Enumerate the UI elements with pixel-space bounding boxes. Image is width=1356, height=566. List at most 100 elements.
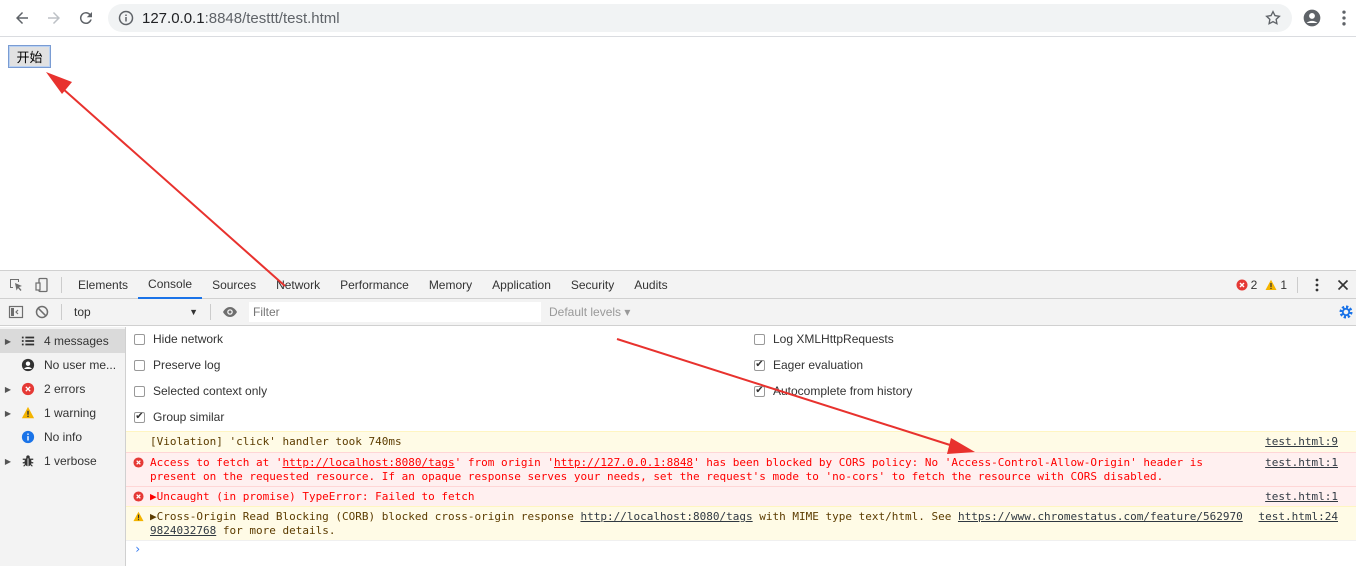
- console-settings: Hide network Preserve log Selected conte…: [126, 327, 1356, 431]
- devtools-menu-button[interactable]: [1304, 271, 1330, 299]
- tab-elements[interactable]: Elements: [68, 271, 138, 299]
- message-link[interactable]: http://127.0.0.1:8848: [554, 456, 693, 469]
- user-icon: [20, 357, 36, 373]
- warning-icon: [1265, 279, 1277, 290]
- selected-context-checkbox[interactable]: Selected context only: [134, 384, 267, 398]
- close-devtools-button[interactable]: [1330, 271, 1356, 299]
- checkmark-icon[interactable]: ✔: [134, 411, 145, 423]
- address-bar[interactable]: 127.0.0.1:8848/testtt/test.html: [108, 4, 1292, 32]
- checkmark-icon[interactable]: ✔: [754, 385, 765, 397]
- console-main: Hide network Preserve log Selected conte…: [126, 327, 1356, 566]
- eager-evaluation-checkbox[interactable]: ✔ Eager evaluation: [754, 358, 863, 372]
- annotation-arrow-line: [61, 87, 286, 287]
- sidebar-item-warnings[interactable]: ▶ 1 warning: [0, 401, 125, 425]
- hide-network-checkbox[interactable]: Hide network: [134, 332, 223, 346]
- console-message-cors-error: Access to fetch at 'http://localhost:808…: [126, 452, 1356, 486]
- message-link[interactable]: http://localhost:8080/tags: [580, 510, 752, 523]
- default-levels-dropdown[interactable]: Default levels ▾: [549, 305, 630, 319]
- more-vert-icon: [1315, 278, 1319, 292]
- reload-icon: [79, 12, 92, 25]
- tab-sources[interactable]: Sources: [202, 271, 266, 299]
- message-source-link[interactable]: test.html:9: [1265, 435, 1338, 449]
- inspect-element-button[interactable]: [3, 271, 29, 299]
- group-similar-checkbox[interactable]: ✔ Group similar: [134, 410, 224, 424]
- star-icon[interactable]: [1264, 9, 1282, 27]
- device-icon: [35, 277, 48, 292]
- start-button[interactable]: 开始: [8, 45, 51, 68]
- checkbox-label: Group similar: [153, 410, 225, 424]
- message-source-link[interactable]: test.html:24: [1259, 510, 1338, 524]
- message-source-link[interactable]: test.html:1: [1265, 456, 1338, 470]
- browser-toolbar: 127.0.0.1:8848/testtt/test.html: [0, 0, 1356, 37]
- tab-security[interactable]: Security: [561, 271, 624, 299]
- close-icon: [1337, 279, 1349, 291]
- autocomplete-checkbox[interactable]: ✔ Autocomplete from history: [754, 384, 912, 398]
- error-icon: [133, 457, 144, 468]
- checkbox-label: Preserve log: [153, 358, 221, 372]
- profile-icon[interactable]: [1302, 8, 1322, 28]
- message-text: ▶Cross-Origin Read Blocking (CORB) block…: [150, 510, 1243, 537]
- warning-icon: [20, 405, 36, 421]
- error-count-badge[interactable]: 2: [1236, 278, 1258, 292]
- tab-audits[interactable]: Audits: [624, 271, 677, 299]
- tab-console[interactable]: Console: [138, 270, 203, 299]
- sidebar-item-user-messages[interactable]: No user me...: [0, 353, 125, 377]
- info-icon[interactable]: [118, 10, 134, 26]
- toggle-sidebar-button[interactable]: [3, 298, 29, 326]
- sidebar-item-verbose[interactable]: ▶ 1 verbose: [0, 449, 125, 473]
- url-text: 127.0.0.1:8848/testtt/test.html: [142, 9, 340, 27]
- expand-triangle-icon: ▶: [4, 336, 12, 346]
- devtools-tabbar: Elements Console Sources Network Perform…: [0, 270, 1356, 299]
- checkmark-icon[interactable]: ✔: [754, 359, 765, 371]
- forward-button[interactable]: [38, 2, 70, 34]
- checkbox-label: Hide network: [153, 332, 224, 346]
- console-prompt-row[interactable]: ›: [126, 540, 1356, 560]
- message-text: ▶Uncaught (in promise) TypeError: Failed…: [150, 490, 475, 503]
- warning-count: 1: [1280, 278, 1287, 292]
- console-prompt[interactable]: ›: [134, 542, 141, 556]
- device-toolbar-button[interactable]: [29, 271, 55, 299]
- tab-performance[interactable]: Performance: [330, 271, 419, 299]
- tab-network[interactable]: Network: [266, 271, 330, 299]
- annotation-arrowhead: [46, 72, 72, 94]
- checkbox-box[interactable]: [134, 333, 145, 345]
- checkbox-label: Autocomplete from history: [773, 384, 913, 398]
- expand-triangle-icon: ▶: [4, 408, 12, 418]
- info-icon: [20, 429, 36, 445]
- message-source-link[interactable]: test.html:1: [1265, 490, 1338, 504]
- sidebar-item-label: No info: [44, 430, 83, 444]
- checkbox-box[interactable]: [134, 385, 145, 397]
- error-count: 2: [1250, 278, 1258, 292]
- filter-input[interactable]: [249, 302, 541, 322]
- context-selector[interactable]: top ▼: [68, 302, 204, 322]
- checkbox-label: Selected context only: [153, 384, 268, 398]
- tab-memory[interactable]: Memory: [419, 271, 482, 299]
- reload-button[interactable]: [70, 2, 102, 34]
- checkbox-box[interactable]: [754, 333, 765, 345]
- message-link[interactable]: http://localhost:8080/tags: [282, 456, 454, 469]
- console-message-violation: [Violation] 'click' handler took 740ms t…: [126, 431, 1356, 452]
- divider: [61, 276, 62, 293]
- sidebar-item-errors[interactable]: ▶ 2 errors: [0, 377, 125, 401]
- back-button[interactable]: [6, 2, 38, 34]
- checkbox-box[interactable]: [134, 359, 145, 371]
- sidebar-item-info[interactable]: No info: [0, 425, 125, 449]
- divider: [1297, 277, 1298, 293]
- preserve-log-checkbox[interactable]: Preserve log: [134, 358, 220, 372]
- clear-console-button[interactable]: [29, 298, 55, 326]
- console-message-corb-warning[interactable]: ▶Cross-Origin Read Blocking (CORB) block…: [126, 506, 1356, 540]
- console-message-typeerror[interactable]: ▶Uncaught (in promise) TypeError: Failed…: [126, 486, 1356, 506]
- error-icon: [1236, 279, 1248, 291]
- log-xhr-checkbox[interactable]: Log XMLHttpRequests: [754, 332, 894, 346]
- more-vert-icon[interactable]: [1334, 8, 1354, 28]
- sidebar-item-messages[interactable]: ▶ 4 messages: [0, 329, 125, 353]
- error-icon: [20, 381, 36, 397]
- arrow-right-icon: [48, 12, 60, 24]
- inspect-icon: [10, 278, 22, 291]
- tab-application[interactable]: Application: [482, 271, 561, 299]
- warning-count-badge[interactable]: 1: [1265, 278, 1287, 292]
- warning-icon: [133, 511, 144, 522]
- sidebar-item-label: No user me...: [44, 358, 117, 372]
- live-expression-button[interactable]: [217, 298, 243, 326]
- gear-icon[interactable]: [1338, 304, 1354, 320]
